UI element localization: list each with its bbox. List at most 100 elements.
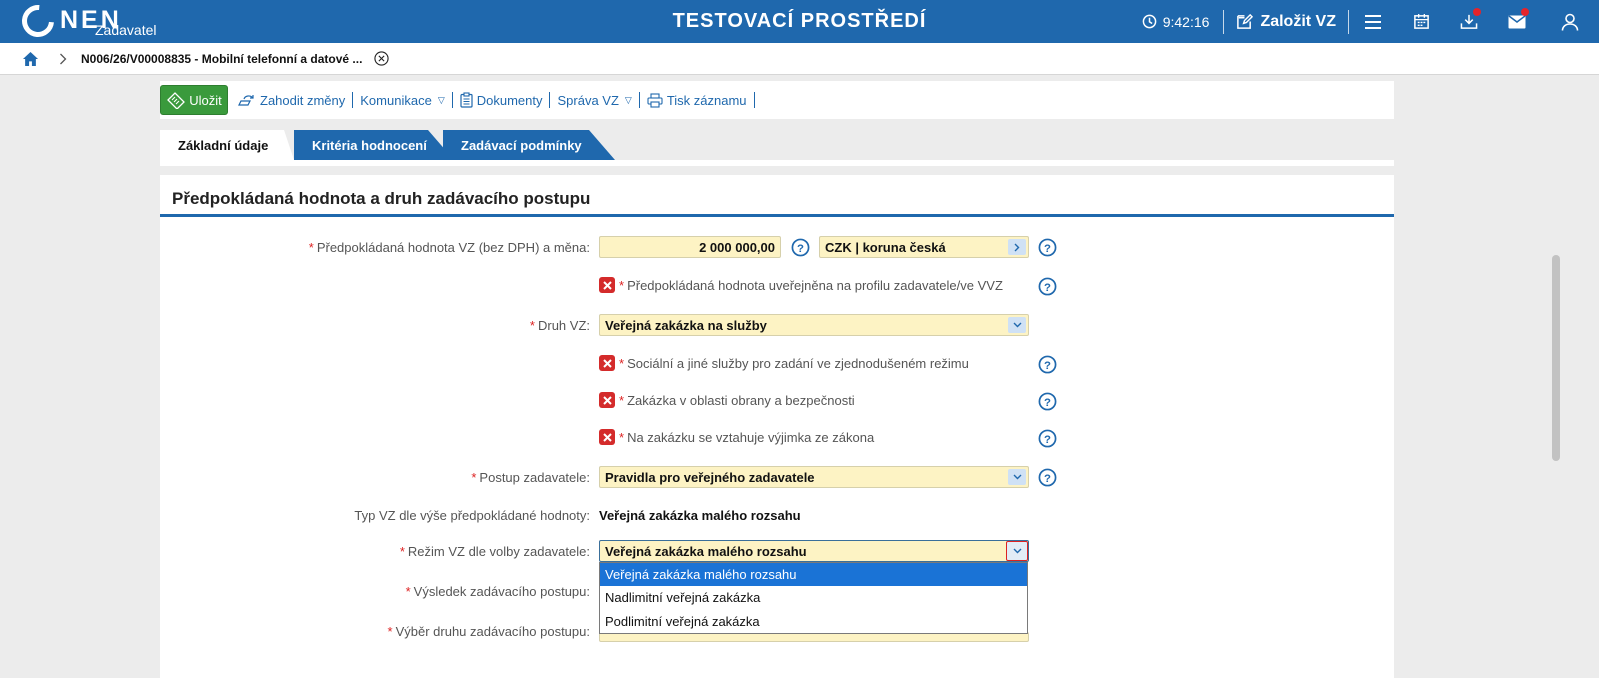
notification-dot xyxy=(1473,8,1481,16)
unchecked-x-checkbox[interactable] xyxy=(599,429,615,445)
calendar-button[interactable] xyxy=(1397,0,1445,43)
chevron-down-icon[interactable] xyxy=(1008,317,1026,333)
help-icon[interactable]: ? xyxy=(1037,467,1057,487)
regime-dropdown-list: Veřejná zakázka malého rozsahu Nadlimitn… xyxy=(599,562,1028,634)
svg-text:?: ? xyxy=(1044,396,1051,408)
home-icon[interactable] xyxy=(22,51,39,67)
toolbar: Uložit Zahodit změny Komunikace ▽ Dokume… xyxy=(160,81,1394,119)
contract-type-select[interactable]: Veřejná zakázka na služby xyxy=(599,314,1029,336)
procedure-value: Pravidla pro veřejného zadavatele xyxy=(605,470,815,485)
social-services-row: * Sociální a jiné služby pro zadání ve zj… xyxy=(160,353,1394,377)
published-value-label: * Předpokládaná hodnota uveřejněna na pro… xyxy=(619,278,1003,293)
user-button[interactable] xyxy=(1541,0,1599,43)
logo-subtitle: Zadavatel xyxy=(95,22,157,38)
clock-icon xyxy=(1142,14,1157,29)
breadcrumb-item[interactable]: N006/26/V00008835 - Mobilní telefonní a … xyxy=(81,52,362,66)
unchecked-x-checkbox[interactable] xyxy=(599,392,615,408)
procedure-label: * Postup zadavatele: xyxy=(471,470,590,485)
social-services-label: * Sociální a jiné služby pro zadání ve zj… xyxy=(619,356,969,371)
clock-time: 9:42:16 xyxy=(1162,13,1210,30)
logo-ring-icon xyxy=(15,0,61,44)
discard-changes-button[interactable]: Zahodit změny xyxy=(231,93,352,108)
published-value-row: * Předpokládaná hodnota uveřejněna na pro… xyxy=(160,275,1394,299)
tab-evaluation-criteria[interactable]: Kritéria hodnocení xyxy=(294,130,454,160)
estimated-value-row: * Předpokládaná hodnota VZ (bez DPH) a mě… xyxy=(160,236,1394,260)
svg-text:?: ? xyxy=(1044,433,1051,445)
print-record-button[interactable]: Tisk záznamu xyxy=(640,93,754,108)
manage-vz-menu[interactable]: Správa VZ ▽ xyxy=(550,93,638,108)
top-bar: NEN Zadavatel TESTOVACÍ PROSTŘEDÍ 9:42:1… xyxy=(0,0,1599,44)
user-icon xyxy=(1561,13,1579,31)
discard-label: Zahodit změny xyxy=(260,92,346,108)
help-icon[interactable]: ? xyxy=(1037,237,1057,257)
regime-value: Veřejná zakázka malého rozsahu xyxy=(605,544,807,559)
undo-icon xyxy=(238,95,254,106)
unchecked-x-checkbox[interactable] xyxy=(599,355,615,371)
save-label: Uložit xyxy=(189,92,222,108)
help-icon[interactable]: ? xyxy=(1037,354,1057,374)
documents-button[interactable]: Dokumenty xyxy=(453,92,550,108)
mail-button[interactable] xyxy=(1493,0,1541,43)
mail-icon xyxy=(1508,14,1526,28)
contract-type-value: Veřejná zakázka na služby xyxy=(605,318,767,333)
close-icon[interactable] xyxy=(374,51,390,66)
svg-text:?: ? xyxy=(1044,472,1051,484)
panel-title: Předpokládaná hodnota a druh zadávacího … xyxy=(160,175,1394,217)
dropdown-option[interactable]: Nadlimitní veřejná zakázka xyxy=(600,586,1027,609)
regime-label: * Režim VZ dle volby zadavatele: xyxy=(399,544,590,559)
triangle-down-icon: ▽ xyxy=(437,94,445,105)
separator xyxy=(753,92,755,108)
size-type-label: Typ VZ dle výše předpokládané hodnoty: xyxy=(354,508,590,523)
svg-text:?: ? xyxy=(1044,242,1051,254)
clipboard-icon xyxy=(460,92,473,108)
tab-tender-conditions[interactable]: Zadávací podmínky xyxy=(443,130,615,160)
exemption-label: * Na zakázku se vztahuje výjimka ze zákon… xyxy=(619,430,875,445)
new-vz-button[interactable]: Založit VZ xyxy=(1224,13,1348,31)
chevron-right-icon xyxy=(59,53,67,65)
triangle-down-icon: ▽ xyxy=(624,94,632,105)
scrollbar-thumb[interactable] xyxy=(1552,255,1560,461)
save-button[interactable]: Uložit xyxy=(160,85,228,115)
help-icon[interactable]: ? xyxy=(1037,391,1057,411)
estimated-value-label: * Předpokládaná hodnota VZ (bez DPH) a mě… xyxy=(308,240,590,255)
svg-text:?: ? xyxy=(797,242,804,254)
svg-text:?: ? xyxy=(1044,359,1051,371)
size-type-row: Typ VZ dle výše předpokládané hodnoty: V… xyxy=(160,504,1394,528)
printer-icon xyxy=(647,92,663,108)
breadcrumb: N006/26/V00008835 - Mobilní telefonní a … xyxy=(0,43,1599,75)
procedure-choice-label: * Výběr druhu zadávacího postupu: xyxy=(387,624,590,639)
estimated-value-input[interactable]: 2 000 000,00 xyxy=(599,236,781,258)
menu-icon xyxy=(1365,14,1381,29)
tab-content-strip xyxy=(160,160,1394,166)
exemption-row: * Na zakázku se vztahuje výjimka ze zákon… xyxy=(160,427,1394,451)
help-icon[interactable]: ? xyxy=(790,237,810,257)
save-icon xyxy=(167,92,186,109)
result-label: * Výsledek zadávacího postupu: xyxy=(405,584,590,599)
communication-menu[interactable]: Komunikace ▽ xyxy=(353,93,451,108)
defense-label: * Zakázka v oblasti obrany a bezpečnosti xyxy=(619,393,855,408)
currency-field[interactable]: CZK | koruna česká xyxy=(819,236,1029,258)
new-vz-label: Založit VZ xyxy=(1260,12,1336,30)
session-clock: 9:42:16 xyxy=(1128,14,1224,30)
chevron-right-icon[interactable] xyxy=(1008,239,1026,255)
dropdown-option[interactable]: Podlimitní veřejná zakázka xyxy=(600,610,1027,633)
dropdown-option[interactable]: Veřejná zakázka malého rozsahu xyxy=(600,563,1027,587)
regime-row: * Režim VZ dle volby zadavatele: Veřejná … xyxy=(160,540,1394,564)
unchecked-x-checkbox[interactable] xyxy=(599,277,615,293)
procedure-row: * Postup zadavatele: Pravidla pro veřejné… xyxy=(160,466,1394,490)
notification-dot xyxy=(1521,8,1529,16)
documents-label: Dokumenty xyxy=(476,92,543,108)
procedure-select[interactable]: Pravidla pro veřejného zadavatele xyxy=(599,466,1029,488)
contract-type-label: * Druh VZ: xyxy=(529,318,590,333)
chevron-down-icon[interactable] xyxy=(1006,541,1028,561)
download-button[interactable] xyxy=(1445,0,1493,43)
chevron-down-icon[interactable] xyxy=(1008,469,1026,485)
regime-select[interactable]: Veřejná zakázka malého rozsahu xyxy=(599,540,1029,562)
tab-basic-info[interactable]: Základní údaje xyxy=(160,130,294,160)
contract-type-row: * Druh VZ: Veřejná zakázka na služby xyxy=(160,314,1394,338)
help-icon[interactable]: ? xyxy=(1037,276,1057,296)
tab-bar: Základní údaje Kritéria hodnocení Zadáva… xyxy=(160,130,615,160)
help-icon[interactable]: ? xyxy=(1037,428,1057,448)
svg-text:?: ? xyxy=(1044,281,1051,293)
menu-button[interactable] xyxy=(1349,0,1397,43)
